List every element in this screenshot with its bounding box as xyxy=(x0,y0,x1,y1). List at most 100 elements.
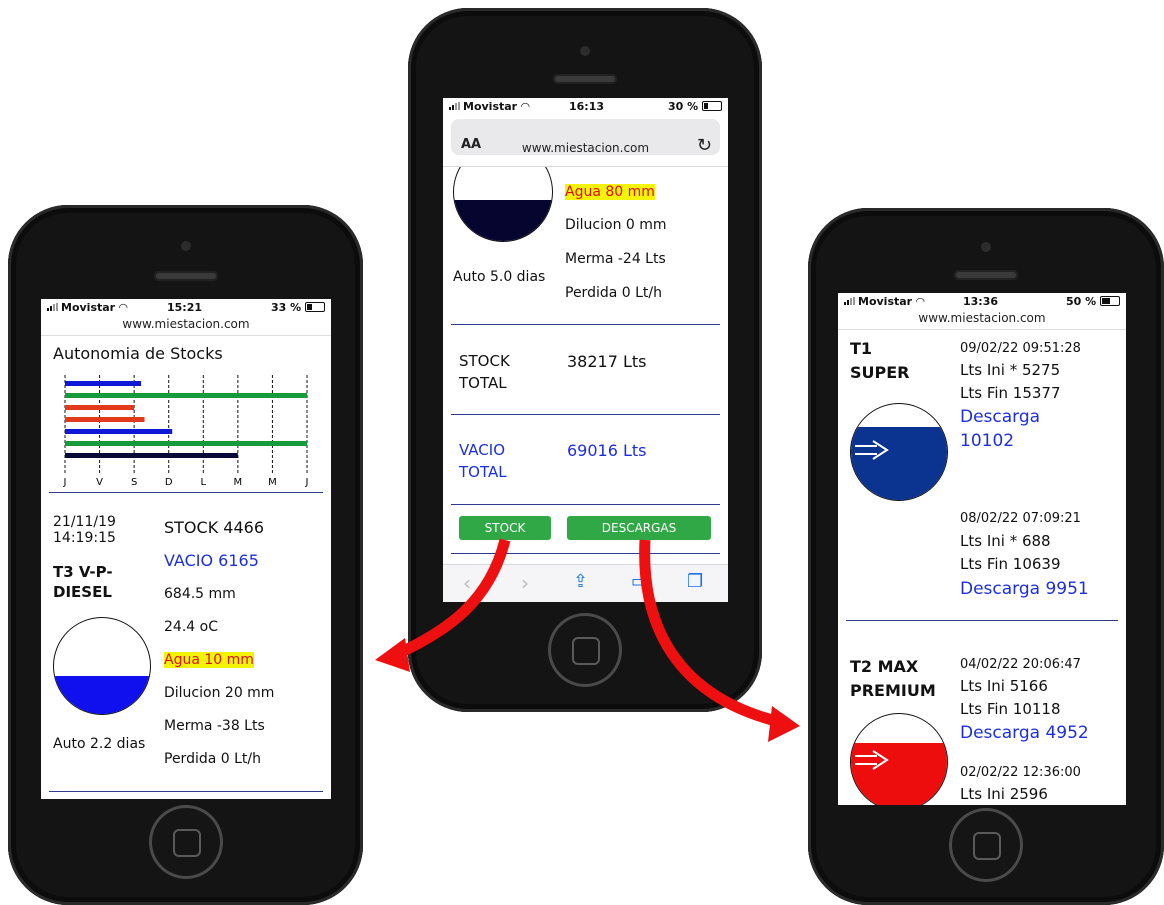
tank1-name-line1: T1 xyxy=(850,339,873,358)
section-divider xyxy=(49,791,323,792)
discharge2-ini: Lts Ini * 688 xyxy=(960,532,1051,550)
screen-right: Movistar ◠ 13:36 50 % www.miestacion.com… xyxy=(838,293,1126,805)
carrier: Movistar ◠ xyxy=(844,295,924,308)
arrow-head-left xyxy=(375,638,410,672)
reload-icon[interactable]: ↻ xyxy=(697,135,712,156)
url-bar[interactable]: www.miestacion.com xyxy=(838,311,1126,325)
page-title: Autonomia de Stocks xyxy=(53,344,223,363)
arrow-head-right xyxy=(768,706,800,742)
stock-value: STOCK 4466 xyxy=(164,518,264,537)
chart-axis-label: L xyxy=(200,477,206,488)
screen-left: Movistar ◠ 15:21 33 % www.miestacion.com… xyxy=(41,299,331,799)
vacio-total-label-2: TOTAL xyxy=(459,463,507,481)
autonomy-chart: JVSDLMMJ xyxy=(63,375,309,488)
wifi-icon: ◠ xyxy=(915,295,925,308)
back-icon[interactable]: ‹ xyxy=(463,571,471,595)
share-icon[interactable]: ⇪ xyxy=(573,571,588,592)
clock: 15:21 xyxy=(167,301,203,314)
url-bar[interactable]: www.miestacion.com xyxy=(41,317,331,331)
chart-axis-label: J xyxy=(305,477,309,488)
autonomy-days: Auto 2.2 dias xyxy=(53,736,146,752)
autonomy-days: Auto 5.0 dias xyxy=(453,269,546,285)
perdida-value: Perdida 0 Lt/h xyxy=(164,751,261,767)
tabs-icon[interactable]: ❐ xyxy=(687,571,703,592)
front-camera xyxy=(180,241,191,251)
toolbar-separator xyxy=(443,166,728,167)
reading-time: 14:19:15 xyxy=(53,530,116,546)
chart-axis-label: S xyxy=(131,477,137,488)
url-separator xyxy=(838,329,1126,330)
dilucion-value: Dilucion 0 mm xyxy=(565,217,667,233)
battery: 33 % xyxy=(271,301,325,314)
chart-bar xyxy=(65,417,145,422)
discharge2-fin: Lts Fin 10639 xyxy=(960,555,1061,573)
front-camera xyxy=(981,242,991,252)
forward-icon[interactable]: › xyxy=(521,571,529,595)
discharge3-ini: Lts Ini 5166 xyxy=(960,677,1048,695)
discharge1-fin: Lts Fin 15377 xyxy=(960,384,1061,402)
discharge-arrow-icon xyxy=(855,440,889,460)
level-value: 684.5 mm xyxy=(164,586,236,602)
merma-value: Merma -24 Lts xyxy=(565,251,666,267)
dilucion-value: Dilucion 20 mm xyxy=(164,685,275,701)
earpiece-speaker xyxy=(954,270,1018,280)
battery-icon xyxy=(1100,296,1120,306)
clock: 16:13 xyxy=(569,100,605,113)
address-text[interactable]: www.miestacion.com xyxy=(443,141,728,155)
status-bar: Movistar ◠ 15:21 33 % xyxy=(41,299,331,315)
home-button[interactable] xyxy=(949,808,1023,882)
wifi-icon: ◠ xyxy=(520,100,530,113)
discharge4-date: 02/02/22 12:36:00 xyxy=(960,765,1081,780)
perdida-value: Perdida 0 Lt/h xyxy=(565,285,662,301)
discharge2-amount: Descarga 9951 xyxy=(960,579,1089,599)
discharge1-ini: Lts Ini * 5275 xyxy=(960,361,1061,379)
wifi-icon: ◠ xyxy=(118,301,128,314)
vacio-value: VACIO 6165 xyxy=(164,551,259,570)
front-camera xyxy=(580,46,590,56)
chart-axis-label: M xyxy=(268,477,277,488)
chart-axis-label: J xyxy=(63,477,67,488)
battery: 30 % xyxy=(668,100,722,113)
chart-axis-label: M xyxy=(234,477,243,488)
reading-date: 21/11/19 xyxy=(53,514,116,530)
discharge3-date: 04/02/22 20:06:47 xyxy=(960,657,1081,672)
discharge1-amount-value: 10102 xyxy=(960,431,1015,451)
tank2-name-line1: T2 MAX xyxy=(850,657,919,676)
home-button[interactable] xyxy=(148,805,223,879)
tank-fill xyxy=(54,675,150,714)
discharge2-date: 08/02/22 07:09:21 xyxy=(960,511,1081,526)
merma-value: Merma -38 Lts xyxy=(164,718,265,734)
status-bar: Movistar ◠ 16:13 30 % xyxy=(443,98,728,114)
section-divider xyxy=(451,504,720,505)
stock-total-label-1: STOCK xyxy=(459,352,510,370)
phone-middle: Movistar ◠ 16:13 30 % AA www.miestacion.… xyxy=(408,8,762,712)
carrier: Movistar ◠ xyxy=(47,301,127,314)
tank2-gauge xyxy=(850,713,948,805)
vacio-total-value: 69016 Lts xyxy=(567,441,647,460)
chart-bar xyxy=(65,405,135,410)
agua-value: Agua 80 mm xyxy=(565,184,655,200)
bookmarks-icon[interactable]: ▭ xyxy=(631,571,648,592)
stock-total-label-2: TOTAL xyxy=(459,374,507,392)
phone-right: Movistar ◠ 13:36 50 % www.miestacion.com… xyxy=(808,208,1164,905)
signal-icon xyxy=(47,303,61,311)
earpiece-speaker xyxy=(153,271,218,281)
home-button[interactable] xyxy=(548,613,622,687)
chart-axis-label: V xyxy=(96,477,103,488)
chart-bar xyxy=(65,453,238,458)
chart-bar xyxy=(65,393,307,398)
discharge4-ini: Lts Ini 2596 xyxy=(960,785,1048,803)
tank1-gauge xyxy=(850,403,948,501)
chart-bar xyxy=(65,429,173,434)
browser-toolbar: ‹ › ⇪ ▭ ❐ xyxy=(443,564,728,602)
discharge1-amount-label: Descarga xyxy=(960,407,1041,427)
stock-total-value: 38217 Lts xyxy=(567,352,647,371)
temp-value: 24.4 oC xyxy=(164,619,218,635)
battery: 50 % xyxy=(1066,295,1120,308)
chart-bar xyxy=(65,441,307,446)
discharge1-date: 09/02/22 09:51:28 xyxy=(960,341,1081,356)
descargas-button[interactable]: DESCARGAS xyxy=(567,516,711,540)
tank-name-line2: DIESEL xyxy=(53,583,112,601)
tank2-name-line2: PREMIUM xyxy=(850,681,936,700)
stock-button[interactable]: STOCK xyxy=(459,516,551,540)
